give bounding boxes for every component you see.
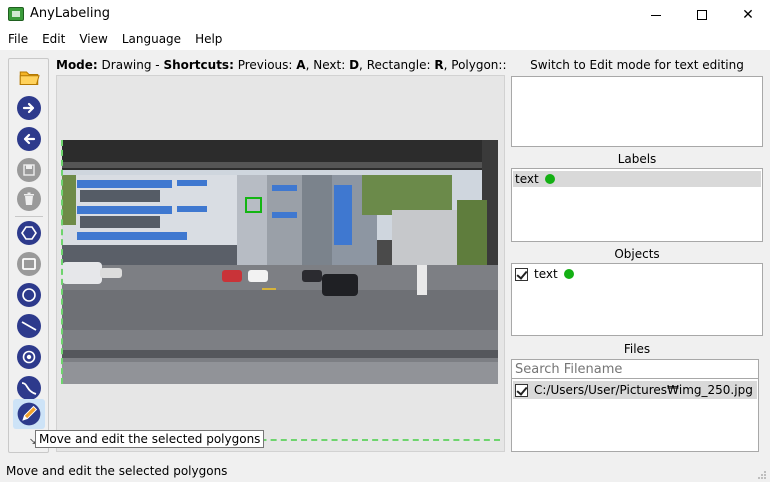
label-item-text: text: [515, 172, 539, 186]
text-bounding-box[interactable]: [245, 197, 262, 213]
files-list: C:/Users/User/Pictures₩img_250.jpg: [511, 378, 759, 452]
menu-language[interactable]: Language: [115, 30, 188, 50]
shape-outline-left: [61, 140, 63, 384]
folder-icon: [19, 71, 40, 85]
shortcuts-label: Shortcuts:: [163, 58, 234, 72]
object-item-text: text: [534, 267, 558, 281]
shortcut-next-key: D: [349, 58, 360, 72]
rectangle-icon: [22, 258, 36, 270]
save-icon: [23, 164, 35, 176]
create-point-button[interactable]: [17, 345, 41, 369]
menu-help[interactable]: Help: [188, 30, 229, 50]
files-title: Files: [623, 342, 651, 356]
shape-outline-bottom: [230, 439, 500, 441]
app-logo-icon: [8, 7, 24, 21]
pencil-icon: [17, 402, 41, 426]
save-button[interactable]: [17, 158, 41, 182]
close-icon: ✕: [742, 7, 754, 23]
mode-label: Mode:: [56, 58, 98, 72]
circle-icon: [22, 288, 36, 302]
menu-bar: File Edit View Language Help: [0, 30, 770, 50]
shortcut-polygon-text: Polygon::: [451, 58, 506, 72]
status-bar-text: Move and edit the selected polygons: [6, 464, 228, 478]
create-polygon-button[interactable]: [17, 221, 41, 245]
edit-polygons-button[interactable]: [13, 399, 45, 429]
label-item[interactable]: text: [513, 171, 761, 187]
window-title: AnyLabeling: [30, 6, 110, 21]
labels-title: Labels: [617, 152, 657, 166]
menu-file[interactable]: File: [1, 30, 35, 50]
search-filename-input[interactable]: [511, 359, 759, 379]
object-item[interactable]: text: [513, 266, 761, 282]
menu-view[interactable]: View: [72, 30, 114, 50]
mode-bar: Mode: Drawing - Shortcuts: Previous: A, …: [56, 58, 506, 72]
objects-title: Objects: [614, 247, 660, 261]
file-item[interactable]: C:/Users/User/Pictures₩img_250.jpg: [513, 381, 757, 399]
shortcut-rectangle-key: R: [434, 58, 444, 72]
text-edit-area[interactable]: [511, 76, 763, 147]
create-circle-button[interactable]: [17, 283, 41, 307]
maximize-button[interactable]: [679, 0, 725, 30]
polygon-icon: [21, 226, 37, 240]
file-item-path: C:/Users/User/Pictures₩img_250.jpg: [534, 383, 753, 397]
shortcut-next-text: Next:: [313, 58, 346, 72]
labels-list: text: [511, 168, 763, 242]
tool-bar: [8, 58, 49, 453]
arrow-left-icon: [23, 133, 36, 145]
shortcut-previous-text: Previous:: [237, 58, 293, 72]
next-image-button[interactable]: [17, 96, 41, 120]
label-color-dot: [544, 174, 555, 184]
line-icon: [21, 321, 37, 331]
trash-icon: [24, 192, 34, 205]
shortcut-previous-key: A: [296, 58, 306, 72]
objects-list: text: [511, 263, 763, 336]
close-button[interactable]: ✕: [725, 0, 770, 30]
minimize-button[interactable]: [633, 0, 679, 30]
maximize-icon: [697, 10, 707, 20]
loaded-image: [62, 140, 498, 384]
mode-separator: -: [155, 58, 160, 72]
prev-image-button[interactable]: [17, 127, 41, 151]
file-checkbox[interactable]: [515, 383, 528, 397]
edit-mode-hint: Switch to Edit mode for text editing: [530, 58, 744, 72]
object-visibility-checkbox[interactable]: [515, 267, 528, 281]
object-color-dot: [563, 269, 574, 279]
create-rectangle-button[interactable]: [17, 252, 41, 276]
delete-file-button[interactable]: [17, 187, 41, 211]
app-window: AnyLabeling ✕ File Edit View Language He…: [0, 0, 770, 482]
title-bar: AnyLabeling ✕: [0, 0, 770, 30]
linestrip-icon: [21, 382, 37, 395]
arrow-right-icon: [22, 102, 35, 114]
minimize-icon: [651, 14, 661, 16]
create-linestrip-button[interactable]: [17, 376, 41, 400]
create-line-button[interactable]: [17, 314, 41, 338]
point-icon: [22, 350, 36, 364]
shortcut-rectangle-text: Rectangle:: [366, 58, 431, 72]
menu-edit[interactable]: Edit: [35, 30, 72, 50]
resize-grip-icon[interactable]: [757, 470, 767, 480]
mode-value: Drawing: [101, 58, 152, 72]
toolbar-divider: [15, 216, 43, 217]
tooltip: Move and edit the selected polygons: [35, 430, 265, 448]
open-folder-button[interactable]: [17, 65, 41, 89]
